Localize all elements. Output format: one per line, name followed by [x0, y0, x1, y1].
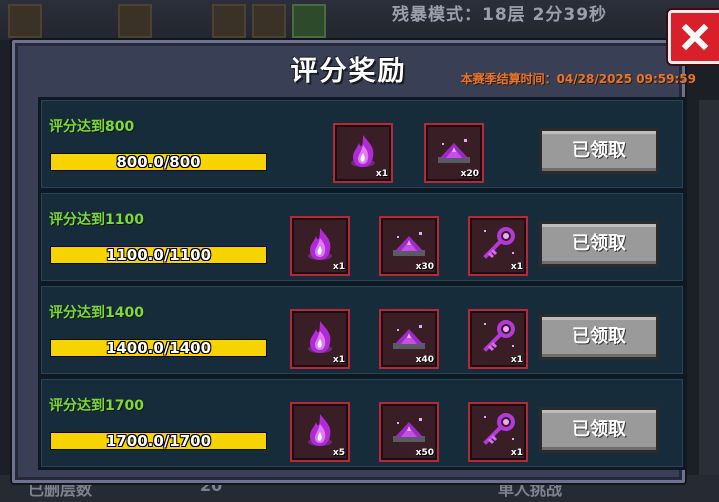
- reward-row: 评分达到1400 1400.0/1400 x1 x40 x1 已领取: [38, 283, 686, 377]
- score-progress-bar: 1400.0/1400: [50, 339, 267, 357]
- score-progress-bar: 800.0/800: [50, 153, 267, 171]
- purple-gem-pile-icon: [393, 232, 425, 256]
- reward-quantity: x1: [375, 169, 388, 179]
- purple-gem-pile-icon: [393, 325, 425, 349]
- season-end-time: 本赛季结算时间：04/28/2025 09:59:59: [460, 72, 696, 86]
- close-button[interactable]: [668, 10, 719, 64]
- background-item-icon: [292, 4, 326, 38]
- purple-key-icon: [483, 227, 515, 259]
- purple-gem-pile-icon: [393, 418, 425, 442]
- reward-quantity: x1: [510, 448, 523, 458]
- reward-item-slot[interactable]: x5: [290, 402, 350, 462]
- score-threshold-label: 评分达到1100: [49, 212, 144, 228]
- reward-quantity: x1: [510, 355, 523, 365]
- background-side-panel: [699, 100, 719, 480]
- purple-gem-pile-icon: [438, 139, 470, 163]
- reward-row: 评分达到1700 1700.0/1700 x5 x50 x1 已领取: [38, 376, 686, 470]
- progress-text: 800.0/800: [116, 153, 201, 171]
- claimed-button[interactable]: 已领取: [539, 128, 659, 174]
- purple-flame-icon: [351, 135, 375, 167]
- claimed-button[interactable]: 已领取: [539, 221, 659, 267]
- background-item-icon: [212, 4, 246, 38]
- reward-quantity: x1: [510, 262, 523, 272]
- background-portrait-icon: [118, 4, 152, 38]
- score-threshold-label: 评分达到1700: [49, 398, 144, 414]
- game-mode-status: 残暴模式：18层 2分39秒: [392, 5, 608, 25]
- background-item-icon: [252, 4, 286, 38]
- claimed-button[interactable]: 已领取: [539, 407, 659, 453]
- reward-quantity: x5: [332, 448, 345, 458]
- reward-item-slot[interactable]: x1: [468, 216, 528, 276]
- reward-quantity: x20: [460, 169, 479, 179]
- reward-item-slot[interactable]: x40: [379, 309, 439, 369]
- reward-quantity: x50: [415, 448, 434, 458]
- reward-item-slot[interactable]: x1: [468, 402, 528, 462]
- reward-quantity: x1: [332, 262, 345, 272]
- purple-flame-icon: [308, 228, 332, 260]
- progress-text: 1400.0/1400: [105, 339, 212, 357]
- reward-quantity: x30: [415, 262, 434, 272]
- progress-text: 1700.0/1700: [105, 432, 212, 450]
- progress-text: 1100.0/1100: [105, 246, 212, 264]
- claimed-button[interactable]: 已领取: [539, 314, 659, 360]
- score-threshold-label: 评分达到800: [49, 119, 135, 135]
- purple-key-icon: [483, 320, 515, 352]
- score-progress-bar: 1100.0/1100: [50, 246, 267, 264]
- close-icon: [681, 23, 709, 51]
- reward-item-slot[interactable]: x30: [379, 216, 439, 276]
- purple-key-icon: [483, 413, 515, 445]
- reward-row: 评分达到1100 1100.0/1100 x1 x30 x1 已领取: [38, 190, 686, 284]
- score-progress-bar: 1700.0/1700: [50, 432, 267, 450]
- reward-quantity: x40: [415, 355, 434, 365]
- reward-item-slot[interactable]: x1: [333, 123, 393, 183]
- reward-item-slot[interactable]: x1: [290, 216, 350, 276]
- reward-item-slot[interactable]: x1: [468, 309, 528, 369]
- reward-quantity: x1: [332, 355, 345, 365]
- score-threshold-label: 评分达到1400: [49, 305, 144, 321]
- reward-item-slot[interactable]: x20: [424, 123, 484, 183]
- purple-flame-icon: [308, 321, 332, 353]
- game-top-bar: [0, 0, 719, 40]
- background-portrait-icon: [8, 4, 42, 38]
- reward-row: 评分达到800 800.0/800 x1 x20 已领取: [38, 97, 686, 191]
- purple-flame-icon: [308, 414, 332, 446]
- reward-item-slot[interactable]: x50: [379, 402, 439, 462]
- reward-item-slot[interactable]: x1: [290, 309, 350, 369]
